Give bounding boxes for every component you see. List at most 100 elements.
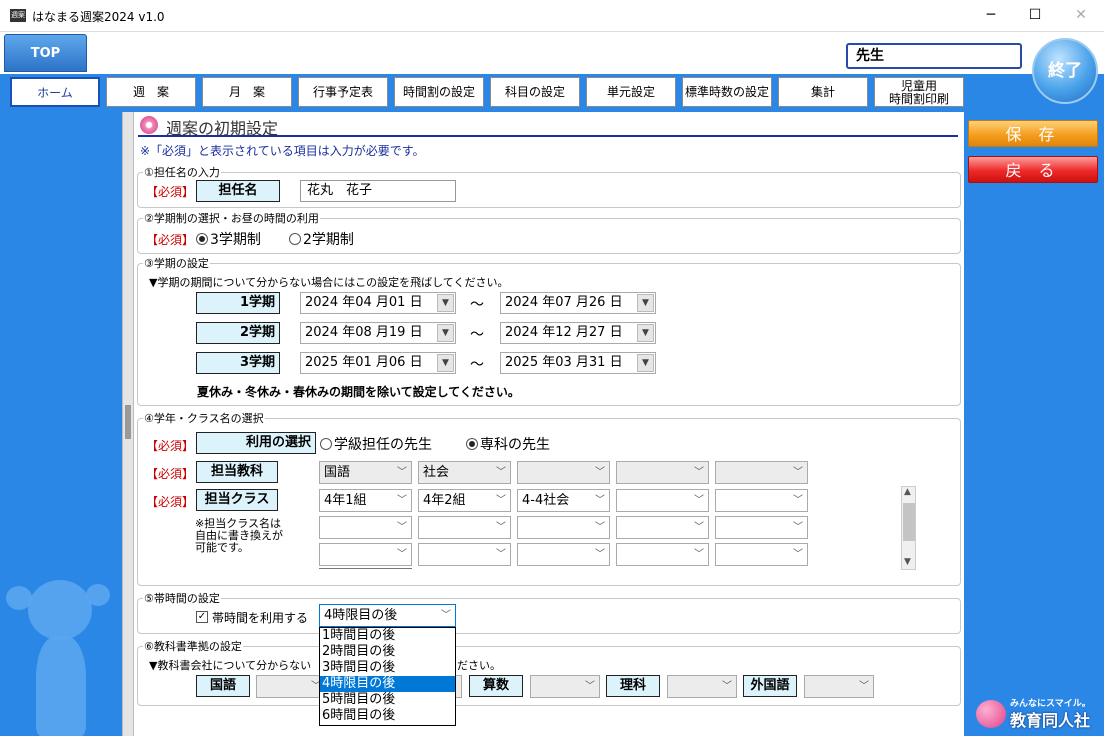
top-tab[interactable]: TOP: [4, 34, 87, 72]
band-time-select[interactable]: 4時限目の後 ﹀: [319, 604, 456, 627]
teacher-name-input[interactable]: 花丸 花子: [300, 180, 456, 202]
class-select-row2-2[interactable]: ﹀: [418, 516, 511, 539]
band-time-checkbox[interactable]: ✓: [196, 611, 208, 623]
right-panel: [964, 112, 1104, 736]
calendar-dropdown-icon[interactable]: ▼: [637, 354, 654, 372]
class-select-5[interactable]: ﹀: [715, 489, 808, 512]
band-time-dropdown-list[interactable]: 1時間目の後 2時間目の後 3時間目の後 4時限目の後 5時間目の後 6時間目の…: [319, 627, 456, 726]
textbook-japanese-select[interactable]: ﹀: [256, 675, 326, 698]
textbook-hint-tail: ださい。: [457, 659, 501, 672]
scroll-thumb[interactable]: [903, 503, 915, 541]
nav-weekly-plan[interactable]: 週 案: [106, 77, 196, 107]
class-select-row3-2[interactable]: ﹀: [418, 543, 511, 566]
term1-end-value: 2024 年07 月26 日: [505, 295, 623, 310]
nav-summary[interactable]: 集計: [778, 77, 868, 107]
maximize-button[interactable]: ☐: [1012, 0, 1058, 32]
required-mark: 【必須】: [146, 495, 195, 509]
class-list-scrollbar[interactable]: ▲ ▼: [901, 486, 916, 570]
mascot-bow-icon: [86, 584, 110, 606]
term1-end-date[interactable]: 2024 年07 月26 日 ▼: [500, 292, 656, 314]
class-select-row2-4[interactable]: ﹀: [616, 516, 709, 539]
tilde: ～: [470, 297, 484, 313]
chevron-down-icon: ﹀: [397, 495, 407, 506]
splitter-grip-icon[interactable]: [125, 405, 131, 439]
class-select-1[interactable]: 4年1組 ﹀: [319, 489, 412, 512]
subject-select-5[interactable]: ﹀: [715, 461, 808, 484]
close-button[interactable]: ✕: [1058, 0, 1104, 32]
chevron-down-icon: ﹀: [859, 681, 869, 692]
class-select-row2-5[interactable]: ﹀: [715, 516, 808, 539]
class-select-3[interactable]: 4-4社会 ﹀: [517, 489, 610, 512]
subject-select-4[interactable]: ﹀: [616, 461, 709, 484]
panel-splitter[interactable]: [122, 112, 134, 736]
radio-three-terms[interactable]: 3学期制: [196, 229, 261, 249]
brand-logo: みんなにスマイル。 教育同人社: [976, 696, 1098, 730]
calendar-dropdown-icon[interactable]: ▼: [637, 324, 654, 342]
radio-two-terms[interactable]: 2学期制: [289, 229, 354, 249]
calendar-dropdown-icon[interactable]: ▼: [637, 294, 654, 312]
calendar-dropdown-icon[interactable]: ▼: [437, 324, 454, 342]
nav-print-timetable[interactable]: 児童用 時間割印刷: [874, 77, 964, 107]
term2-start-date[interactable]: 2024 年08 月19 日 ▼: [300, 322, 456, 344]
radio-homeroom-label: 学級担任の先生: [334, 437, 432, 453]
radio-unselected-icon: [320, 438, 332, 450]
term3-end-date[interactable]: 2025 年03 月31 日 ▼: [500, 352, 656, 374]
class-select-2-value: 4年2組: [423, 493, 466, 508]
class-select-row3-4[interactable]: ﹀: [616, 543, 709, 566]
nav-event-schedule[interactable]: 行事予定表: [298, 77, 388, 107]
chevron-down-icon: ﹀: [595, 467, 605, 478]
subject-select-1[interactable]: 国語 ﹀: [319, 461, 412, 484]
back-button[interactable]: 戻 る: [968, 156, 1098, 183]
title-bar: 週案 はなまる週案2024 v1.0 ─ ☐ ✕: [0, 0, 1104, 32]
textbook-hint: ▼教科書会社について分からない: [149, 659, 312, 672]
tilde: ～: [470, 357, 484, 373]
save-button[interactable]: 保 存: [968, 120, 1098, 147]
textbook-math-select[interactable]: ﹀: [530, 675, 600, 698]
term2-end-date[interactable]: 2024 年12 月27 日 ▼: [500, 322, 656, 344]
dropdown-option[interactable]: 3時間目の後: [320, 660, 455, 676]
class-select-row2-3[interactable]: ﹀: [517, 516, 610, 539]
term1-start-date[interactable]: 2024 年04 月01 日 ▼: [300, 292, 456, 314]
class-select-row3-3[interactable]: ﹀: [517, 543, 610, 566]
scroll-down-icon[interactable]: ▼: [904, 557, 911, 567]
class-select-row2-1[interactable]: ﹀: [319, 516, 412, 539]
textbook-science-label: 理科: [606, 675, 660, 697]
term1-label: 1学期: [196, 292, 280, 314]
textbook-foreign-language-label: 外国語: [743, 675, 797, 697]
class-select-row3-1[interactable]: ﹀: [319, 543, 412, 566]
class-select-2[interactable]: 4年2組 ﹀: [418, 489, 511, 512]
dropdown-option[interactable]: 5時間目の後: [320, 692, 455, 708]
nav-home[interactable]: ホーム: [10, 77, 100, 107]
nav-unit-settings[interactable]: 単元設定: [586, 77, 676, 107]
section6-title: ⑥教科書準拠の設定: [143, 638, 243, 654]
term3-start-date[interactable]: 2025 年01 月06 日 ▼: [300, 352, 456, 374]
dropdown-option[interactable]: 1時間目の後: [320, 628, 455, 644]
scroll-up-icon[interactable]: ▲: [904, 487, 911, 497]
calendar-dropdown-icon[interactable]: ▼: [437, 354, 454, 372]
textbook-math-label: 算数: [469, 675, 523, 697]
dropdown-option-selected[interactable]: 4時限目の後: [320, 676, 455, 692]
section3-title: ③学期の設定: [143, 255, 210, 271]
class-select-4[interactable]: ﹀: [616, 489, 709, 512]
subject-select-3[interactable]: ﹀: [517, 461, 610, 484]
chevron-down-icon: ﹀: [793, 522, 803, 533]
nav-subject-settings[interactable]: 科目の設定: [490, 77, 580, 107]
term2-start-value: 2024 年08 月19 日: [305, 325, 423, 340]
chevron-down-icon: ﹀: [496, 522, 506, 533]
dropdown-option[interactable]: 2時間目の後: [320, 644, 455, 660]
chevron-down-icon: ﹀: [793, 467, 803, 478]
class-note-line3: 可能です。: [195, 541, 249, 554]
minimize-button[interactable]: ─: [968, 0, 1014, 32]
exit-button[interactable]: 終了: [1032, 38, 1098, 104]
class-select-row3-5[interactable]: ﹀: [715, 543, 808, 566]
radio-homeroom-teacher[interactable]: 学級担任の先生: [320, 434, 432, 454]
textbook-science-select[interactable]: ﹀: [667, 675, 737, 698]
nav-standard-hours[interactable]: 標準時数の設定: [682, 77, 772, 107]
nav-monthly-plan[interactable]: 月 案: [202, 77, 292, 107]
subject-select-2[interactable]: 社会 ﹀: [418, 461, 511, 484]
radio-specialist-teacher[interactable]: 専科の先生: [466, 434, 550, 454]
dropdown-option[interactable]: 6時間目の後: [320, 708, 455, 724]
textbook-foreign-language-select[interactable]: ﹀: [804, 675, 874, 698]
nav-timetable-settings[interactable]: 時間割の設定: [394, 77, 484, 107]
calendar-dropdown-icon[interactable]: ▼: [437, 294, 454, 312]
